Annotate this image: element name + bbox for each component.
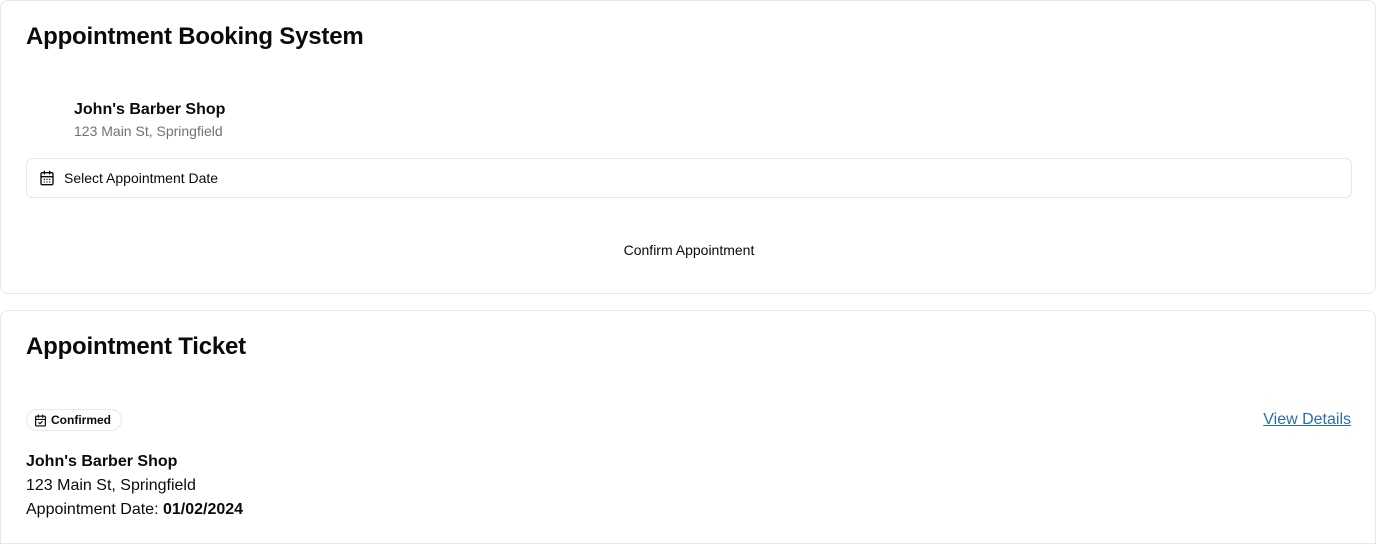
ticket-details: John's Barber Shop 123 Main St, Springfi… — [26, 450, 243, 522]
calendar-check-icon — [34, 413, 47, 427]
appointment-date-value: 01/02/2024 — [162, 501, 244, 518]
shop-name: John's Barber Shop — [74, 101, 226, 118]
ticket-shop-name: John's Barber Shop — [26, 453, 178, 470]
ticket-shop-address: 123 Main St, Springfield — [26, 477, 196, 494]
calendar-icon — [39, 170, 55, 186]
confirm-appointment-button[interactable]: Confirm Appointment — [561, 231, 817, 269]
status-badge: Confirmed — [26, 409, 122, 431]
shop-address: 123 Main St, Springfield — [74, 123, 223, 139]
booking-title: Appointment Booking System — [26, 23, 364, 50]
ticket-card: Appointment Ticket Confirmed View Detail… — [0, 310, 1376, 544]
date-picker-label: Select Appointment Date — [64, 170, 219, 186]
booking-card: Appointment Booking System John's Barber… — [0, 0, 1376, 294]
view-details-link[interactable]: View Details — [1263, 410, 1351, 430]
shop-info: John's Barber Shop 123 Main St, Springfi… — [74, 100, 225, 140]
status-label: Confirmed — [51, 413, 111, 427]
ticket-title: Appointment Ticket — [26, 333, 246, 360]
appointment-date-label: Appointment Date: — [26, 501, 159, 518]
date-picker-button[interactable]: Select Appointment Date — [26, 158, 1352, 198]
appointment-date-row: Appointment Date: 01/02/2024 — [26, 498, 243, 522]
